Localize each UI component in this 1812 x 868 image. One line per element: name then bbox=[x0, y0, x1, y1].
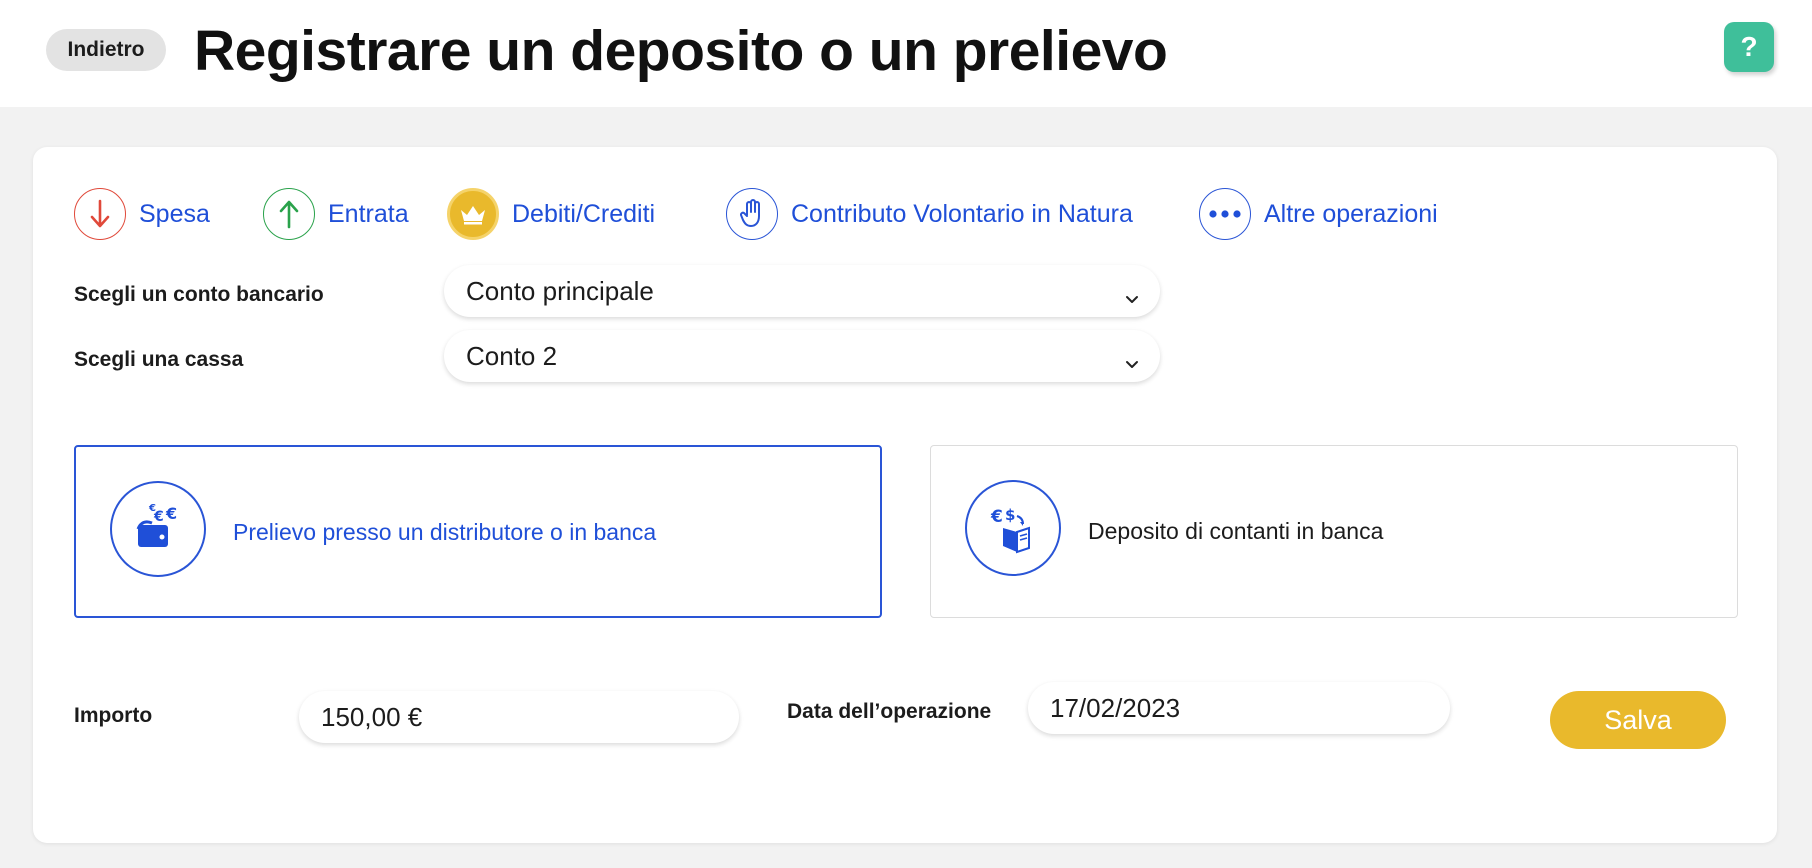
arrow-down-icon bbox=[74, 188, 126, 240]
date-input[interactable]: 17/02/2023 bbox=[1028, 682, 1450, 734]
bank-account-label: Scegli un conto bancario bbox=[74, 283, 324, 306]
amount-label: Importo bbox=[74, 704, 153, 727]
choice-prelievo[interactable]: € € € Prelievo presso un distributore o … bbox=[74, 445, 882, 618]
tab-spesa-label: Spesa bbox=[139, 199, 210, 228]
cash-value: Conto 2 bbox=[466, 340, 558, 371]
page-title: Registrare un deposito o un prelievo bbox=[194, 19, 1168, 83]
tab-contributo-natura[interactable]: Contributo Volontario in Natura bbox=[726, 186, 1133, 242]
back-button[interactable]: Indietro bbox=[46, 29, 166, 71]
tab-entrata-label: Entrata bbox=[328, 199, 409, 228]
top-header: Indietro Registrare un deposito o un pre… bbox=[0, 0, 1812, 107]
svg-text:€: € bbox=[165, 504, 177, 523]
choice-deposito-label: Deposito di contanti in banca bbox=[1088, 518, 1384, 544]
svg-text:€: € bbox=[990, 507, 1003, 527]
tab-contributo-natura-label: Contributo Volontario in Natura bbox=[791, 199, 1133, 228]
cash-deposit-icon: € $ bbox=[965, 480, 1061, 576]
tab-altre-operazioni[interactable]: Altre operazioni bbox=[1199, 186, 1438, 242]
choice-deposito[interactable]: € $ Deposito di contanti in banca bbox=[930, 445, 1738, 618]
amount-value: 150,00 € bbox=[321, 701, 423, 732]
crown-icon bbox=[447, 188, 499, 240]
more-dots-icon bbox=[1199, 188, 1251, 240]
choice-prelievo-label: Prelievo presso un distributore o in ban… bbox=[233, 519, 657, 545]
date-value: 17/02/2023 bbox=[1050, 692, 1181, 723]
cash-select[interactable]: Conto 2 bbox=[444, 330, 1160, 382]
chevron-down-icon bbox=[1124, 282, 1140, 313]
tab-debiti-crediti-label: Debiti/Crediti bbox=[512, 199, 656, 228]
chevron-down-icon bbox=[1124, 347, 1140, 378]
tab-debiti-crediti[interactable]: Debiti/Crediti bbox=[447, 186, 655, 242]
help-button[interactable]: ? bbox=[1724, 22, 1774, 72]
date-label: Data dell’operazione bbox=[787, 700, 992, 723]
wallet-withdraw-icon: € € € bbox=[110, 481, 206, 577]
bank-account-select[interactable]: Conto principale bbox=[444, 265, 1160, 317]
tab-entrata[interactable]: Entrata bbox=[263, 186, 409, 242]
tab-spesa[interactable]: Spesa bbox=[74, 186, 210, 242]
arrow-up-icon bbox=[263, 188, 315, 240]
svg-text:€: € bbox=[148, 503, 156, 514]
bank-account-value: Conto principale bbox=[466, 275, 654, 306]
tab-altre-operazioni-label: Altre operazioni bbox=[1264, 199, 1438, 228]
amount-input[interactable]: 150,00 € bbox=[299, 691, 739, 743]
svg-text:$: $ bbox=[1005, 506, 1015, 524]
save-button[interactable]: Salva bbox=[1550, 691, 1726, 749]
hand-icon bbox=[726, 188, 778, 240]
cash-label: Scegli una cassa bbox=[74, 348, 244, 371]
